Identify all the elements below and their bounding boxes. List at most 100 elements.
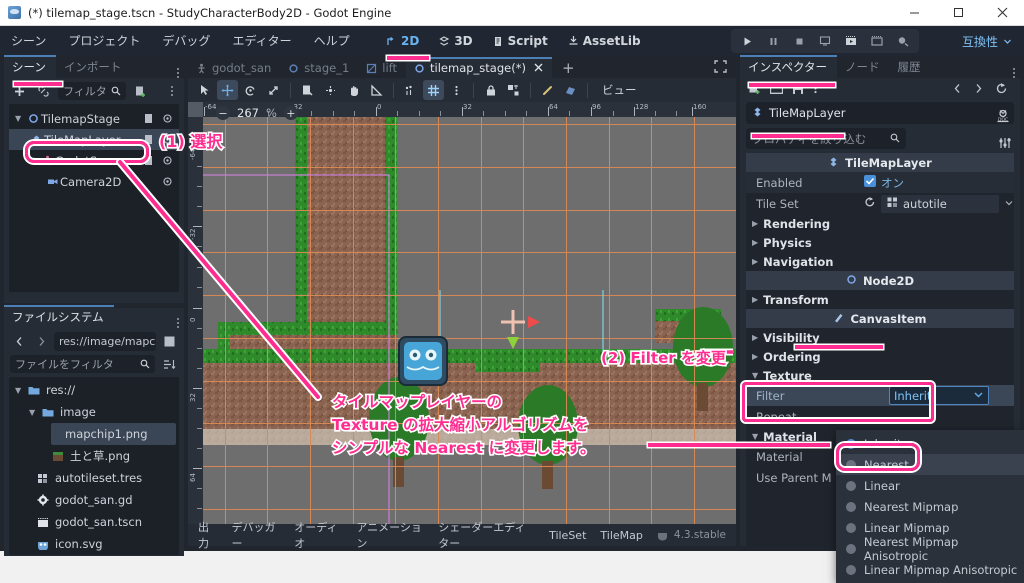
tab-import[interactable]: インポート — [56, 57, 132, 78]
tab-inspector[interactable]: インスペクター — [740, 55, 838, 78]
add-scene-tab-button[interactable]: + — [552, 59, 585, 78]
tab-assetlib[interactable]: AssetLib — [560, 30, 649, 52]
group-button[interactable] — [503, 80, 524, 100]
smart-snap-button[interactable] — [400, 80, 421, 100]
file-node-mapchip1[interactable]: mapchip1.png — [51, 423, 176, 445]
file-node-res[interactable]: ▼ res:// — [9, 379, 179, 401]
scene-tab-stage-1[interactable]: stage_1 — [280, 59, 358, 78]
file-node-godot-san-tscn[interactable]: godot_san.tscn — [9, 511, 179, 533]
property-value[interactable]: オン — [864, 175, 1014, 191]
close-button[interactable] — [980, 0, 1024, 26]
scene-tab-lift[interactable]: lift — [358, 59, 406, 78]
file-filter-input[interactable]: ファイルをフィルタ — [10, 355, 155, 373]
file-node-tsuchi-kusa[interactable]: 土と草.png — [9, 445, 179, 467]
bottom-tab-animation[interactable]: アニメーション — [356, 519, 424, 551]
dropdown-option-nearest-mipmap-anisotropic[interactable]: Nearest Mipmap Anisotropic — [836, 535, 1024, 563]
history-back-button[interactable] — [953, 83, 962, 97]
scale-tool-button[interactable] — [263, 80, 284, 100]
tab-script[interactable]: Script — [485, 30, 556, 52]
property-value[interactable]: autotile — [864, 194, 1014, 213]
expand-arrow-icon[interactable]: ▼ — [29, 408, 40, 417]
maximize-button[interactable] — [936, 0, 980, 26]
history-menu-button[interactable] — [995, 82, 1008, 98]
skeleton-bone-button[interactable] — [537, 80, 558, 100]
canvas-viewport[interactable]: -64 -32 0 32 64 96 128 160 -64 -32 0 32 … — [188, 102, 736, 524]
file-node-image[interactable]: ▼ image — [9, 401, 179, 423]
tab-filesystem[interactable]: ファイルシステム — [4, 305, 114, 328]
tab-node[interactable]: ノード — [837, 57, 890, 78]
ruler-corner[interactable] — [188, 102, 203, 117]
bottom-tab-debugger[interactable]: デバッガー — [232, 519, 281, 551]
polygon-tool-button[interactable] — [560, 80, 581, 100]
snap-options-button[interactable] — [446, 80, 467, 100]
scene-filter-input[interactable]: フィルタ — [58, 82, 126, 100]
inspector-menu-icon[interactable] — [1013, 68, 1020, 78]
minimize-button[interactable] — [892, 0, 936, 26]
stop-button[interactable] — [787, 30, 811, 52]
revert-icon[interactable] — [864, 196, 876, 211]
property-row-enabled[interactable]: Enabled オン — [746, 172, 1014, 193]
expand-arrow-icon[interactable]: ▼ — [15, 386, 26, 395]
remote-debug-button[interactable] — [813, 30, 837, 52]
pivot-tool-button[interactable] — [320, 80, 341, 100]
file-node-autotileset[interactable]: autotileset.tres — [9, 467, 179, 489]
menu-scene[interactable]: シーン — [0, 26, 57, 56]
toggle-split-mode-button[interactable] — [160, 333, 178, 351]
filter-properties-settings-button[interactable] — [998, 136, 1012, 153]
menu-project[interactable]: プロジェクト — [57, 26, 151, 56]
view-menu-button[interactable]: ビュー — [594, 82, 645, 98]
selected-node-dropdown[interactable]: TileMapLayer — [746, 102, 1014, 124]
bottom-tab-audio[interactable]: オーディオ — [294, 519, 342, 551]
canvas-content[interactable] — [203, 117, 736, 524]
menu-editor[interactable]: エディター — [221, 26, 302, 56]
nav-back-button[interactable] — [10, 333, 28, 351]
tree-node-tilemapstage[interactable]: ▼ TilemapStage — [9, 108, 179, 129]
property-filter-input[interactable]: プロパティを絞り込む — [746, 128, 906, 149]
scene-tab-godot-san[interactable]: godot_san — [188, 59, 280, 78]
history-forward-button[interactable] — [974, 83, 983, 97]
tab-scene[interactable]: シーン — [4, 55, 56, 78]
create-script-button[interactable] — [132, 82, 150, 100]
property-group-rendering[interactable]: ▶ Rendering — [746, 214, 1014, 233]
property-group-ordering[interactable]: ▶ Ordering — [746, 347, 1014, 366]
bottom-tab-tileset[interactable]: TileSet — [549, 529, 586, 542]
scene-dock-menu-icon[interactable] — [177, 68, 184, 78]
play-button[interactable] — [735, 30, 759, 52]
property-group-navigation[interactable]: ▶ Navigation — [746, 252, 1014, 271]
filesystem-menu-icon[interactable] — [177, 318, 184, 328]
property-group-physics[interactable]: ▶ Physics — [746, 233, 1014, 252]
tab-3d[interactable]: 3D — [431, 30, 480, 52]
bottom-tab-output[interactable]: 出力 — [198, 519, 218, 551]
renderer-selector[interactable]: 互換性 — [962, 26, 1012, 56]
scene-tab-tilemap-stage[interactable]: tilemap_stage(*) — [406, 57, 552, 78]
chevron-down-icon[interactable] — [973, 389, 984, 403]
bottom-tab-tilemap[interactable]: TileMap — [600, 529, 642, 542]
bottom-tab-shader-editor[interactable]: シェーダーエディター — [438, 519, 535, 551]
rotate-tool-button[interactable] — [240, 80, 261, 100]
filesystem-path-input[interactable]: res://image/mapchi — [54, 332, 156, 351]
zoom-value[interactable]: 267 — [237, 106, 259, 120]
zoom-in-button[interactable]: + — [283, 106, 298, 120]
scene-options-icon[interactable] — [171, 86, 178, 96]
play-scene-button[interactable] — [839, 30, 863, 52]
select-tool-button[interactable] — [194, 80, 215, 100]
pan-tool-button[interactable] — [343, 80, 364, 100]
pause-button[interactable] — [761, 30, 785, 52]
nav-forward-button[interactable] — [32, 333, 50, 351]
dropdown-option-linear-mipmap-anisotropic[interactable]: Linear Mipmap Anisotropic — [836, 559, 1024, 580]
ruler-tool-button[interactable] — [366, 80, 387, 100]
file-node-icon-svg[interactable]: icon.svg — [9, 533, 179, 555]
dropdown-option-linear[interactable]: Linear — [836, 475, 1024, 496]
close-icon[interactable] — [534, 61, 543, 75]
move-tool-button[interactable] — [217, 80, 238, 100]
dropdown-option-nearest-mipmap[interactable]: Nearest Mipmap — [836, 496, 1024, 517]
tab-history[interactable]: 履歴 — [890, 57, 931, 78]
zoom-out-button[interactable]: − — [216, 106, 230, 120]
property-group-transform[interactable]: ▶ Transform — [746, 290, 1014, 309]
lock-button[interactable] — [480, 80, 501, 100]
distraction-free-icon[interactable] — [714, 60, 736, 78]
menu-debug[interactable]: デバッグ — [151, 26, 221, 56]
list-select-tool-button[interactable] — [297, 80, 318, 100]
play-custom-button[interactable] — [865, 30, 889, 52]
movie-writer-button[interactable] — [891, 30, 915, 52]
